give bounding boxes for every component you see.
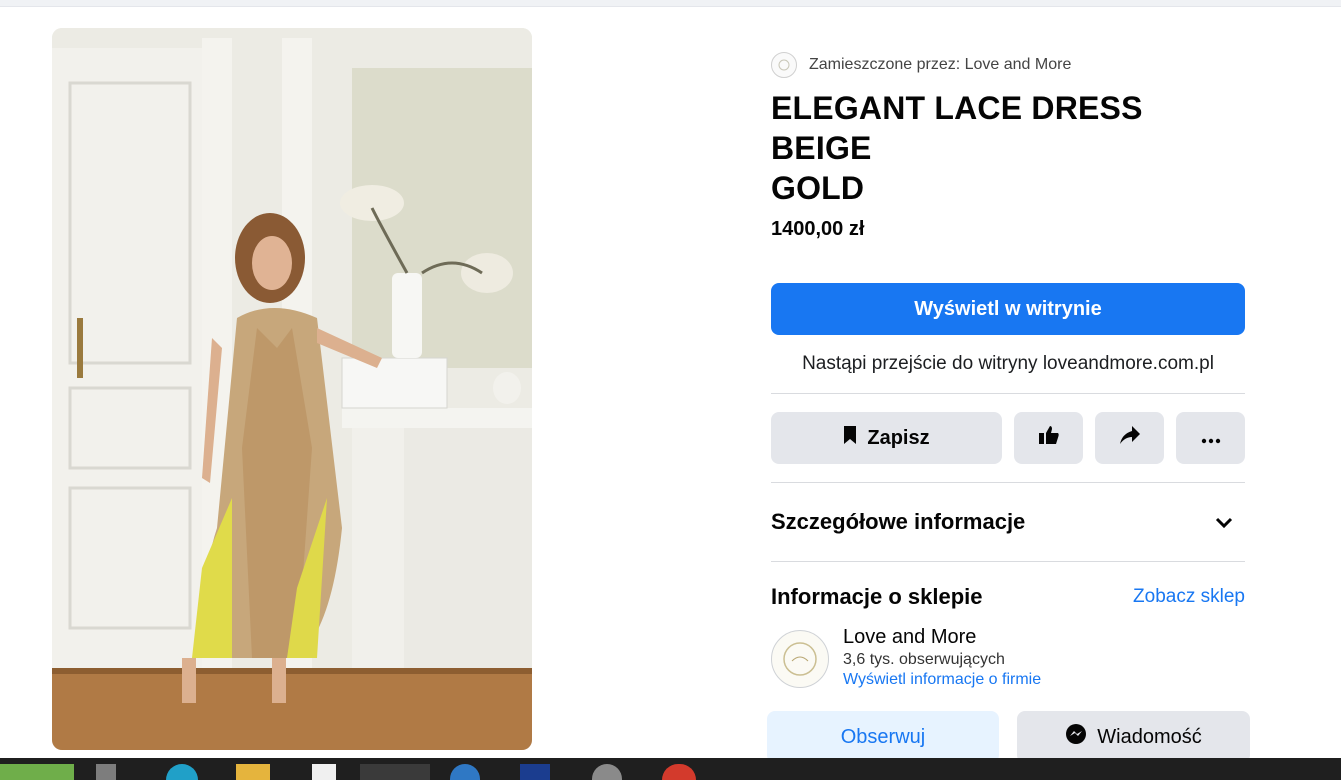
like-button[interactable] xyxy=(1014,412,1083,464)
divider xyxy=(771,393,1245,394)
product-title-line2: GOLD xyxy=(771,170,865,206)
shop-info-title: Informacje o sklepie xyxy=(771,584,983,609)
shop-avatar[interactable] xyxy=(771,630,829,688)
bottom-action-row: Obserwuj Wiadomość xyxy=(767,711,1250,763)
messenger-icon xyxy=(1065,723,1087,751)
product-title-line1: ELEGANT LACE DRESS BEIGE xyxy=(771,90,1143,166)
follow-label: Obserwuj xyxy=(840,725,926,748)
share-arrow-icon xyxy=(1119,425,1141,451)
details-accordion[interactable]: Szczegółowe informacje xyxy=(771,507,1245,537)
shop-name[interactable]: Love and More xyxy=(843,626,1041,649)
view-on-website-button[interactable]: Wyświetl w witrynie xyxy=(771,283,1245,335)
thumbs-up-icon xyxy=(1038,425,1060,451)
top-bar xyxy=(0,0,1341,7)
app-icon[interactable] xyxy=(592,764,622,780)
seller-logo-icon xyxy=(771,52,797,78)
bookmark-icon xyxy=(843,425,857,451)
divider xyxy=(771,561,1245,562)
product-price: 1400,00 zł xyxy=(771,218,865,240)
business-info-link[interactable]: Wyświetl informacje o firmie xyxy=(843,671,1041,689)
share-button[interactable] xyxy=(1095,412,1164,464)
see-shop-link[interactable]: Zobacz sklep xyxy=(1133,586,1245,608)
product-image[interactable] xyxy=(52,28,532,750)
save-label: Zapisz xyxy=(867,426,930,449)
start-icon[interactable] xyxy=(0,764,74,780)
terminal-icon[interactable] xyxy=(520,764,550,780)
posted-by-text: Zamieszczone przez: Love and More xyxy=(809,56,1072,73)
redirect-note: Nastąpi przejście do witryny loveandmore… xyxy=(802,353,1214,374)
chrome-icon[interactable] xyxy=(662,764,696,780)
posted-by-row: Zamieszczone przez: Love and More xyxy=(771,50,1245,80)
more-button[interactable] xyxy=(1176,412,1245,464)
shop-meta: Love and More 3,6 tys. obserwujących Wyś… xyxy=(843,626,1041,689)
taskbar xyxy=(0,758,1341,780)
shop-info-header: Informacje o sklepie Zobacz sklep xyxy=(771,582,1245,612)
shop-card: Love and More 3,6 tys. obserwujących Wyś… xyxy=(771,626,1245,689)
more-dots-icon xyxy=(1201,427,1221,450)
chevron-down-icon xyxy=(1215,509,1233,535)
task-view-icon[interactable] xyxy=(96,764,116,780)
message-label: Wiadomość xyxy=(1097,725,1202,748)
message-button[interactable]: Wiadomość xyxy=(1017,711,1250,763)
product-title: ELEGANT LACE DRESS BEIGE GOLD xyxy=(771,88,1245,208)
product-details-panel: Zamieszczone przez: Love and More ELEGAN… xyxy=(771,50,1245,689)
shop-followers: 3,6 tys. obserwujących xyxy=(843,651,1005,668)
document-icon[interactable] xyxy=(312,764,336,780)
divider xyxy=(771,482,1245,483)
follow-button[interactable]: Obserwuj xyxy=(767,711,999,763)
globe-icon[interactable] xyxy=(450,764,480,780)
view-on-website-label: Wyświetl w witrynie xyxy=(914,297,1102,320)
explorer-icon[interactable] xyxy=(236,764,270,780)
details-label: Szczegółowe informacje xyxy=(771,509,1026,534)
active-app-icon[interactable] xyxy=(360,764,430,780)
edge-icon[interactable] xyxy=(166,764,198,780)
action-row: Zapisz xyxy=(771,412,1245,464)
save-button[interactable]: Zapisz xyxy=(771,412,1002,464)
